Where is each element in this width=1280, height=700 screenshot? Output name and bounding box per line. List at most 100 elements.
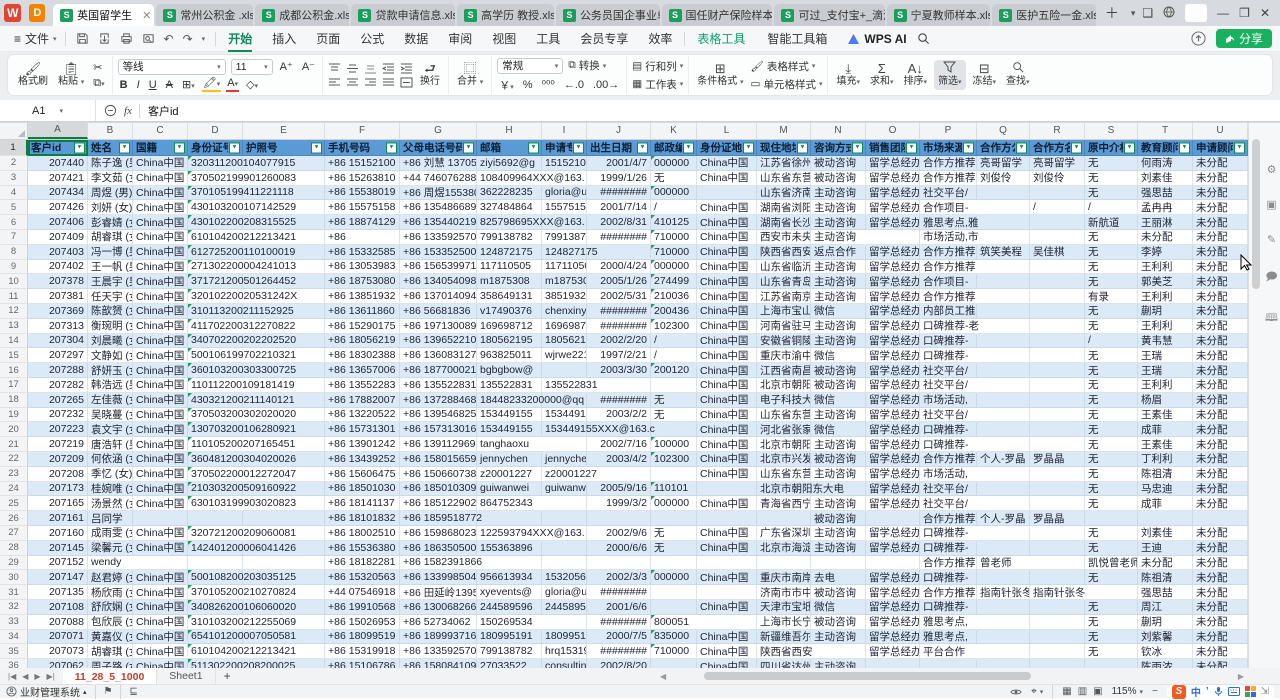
row-header-17[interactable]: 17 [0,378,28,393]
italic-button[interactable]: I [135,79,142,91]
cell[interactable]: 主动咨询 [811,260,866,275]
eye-icon[interactable] [1010,687,1022,697]
cell[interactable] [1193,511,1248,526]
cell[interactable]: 合作方推荐 [920,156,977,171]
document-tab[interactable]: S宁夏教师样本.xlsx [887,4,991,26]
cell[interactable]: 主动咨询 [811,186,866,201]
column-header-R[interactable]: R [1030,123,1085,139]
cell[interactable]: 未分配 [1193,319,1248,334]
cell[interactable]: 无 [1085,422,1138,437]
cell[interactable] [651,378,697,393]
cell[interactable]: China中国 [133,437,188,452]
restore-button[interactable]: ❐ [1239,6,1250,20]
row-header-4[interactable]: 4 [0,186,28,201]
cell[interactable]: 主动咨询 [811,319,866,334]
table-header-cell[interactable]: 国籍▼ [133,140,188,156]
cell[interactable] [977,496,1030,511]
cell[interactable]: 未分配 [1193,467,1248,482]
cell[interactable]: China中国 [133,393,188,408]
cell[interactable]: 956613934 [477,570,542,585]
cell[interactable] [977,467,1030,482]
sum-button[interactable]: Σ求和▾ [867,62,897,89]
close-button[interactable]: ✕ [1260,6,1270,20]
cell[interactable]: 刘妍 (女) [88,200,133,215]
cell[interactable]: ######## [587,615,651,630]
cell[interactable]: 110112200109181419 [188,378,243,393]
cell[interactable]: 北京市兴发 [757,452,811,467]
cell[interactable]: consulting [542,659,587,668]
cell[interactable]: 主动咨询 [811,334,866,349]
row-header-1[interactable]: 1 [0,140,28,156]
cell[interactable]: 胡睿琪 (女 [88,230,133,245]
tab-table-tools[interactable]: 表格工具 [687,28,755,49]
column-header-I[interactable]: I [542,123,587,139]
cell[interactable]: 雅思考点, [920,615,977,630]
cell[interactable]: 北京市海淀 [757,541,811,556]
cell[interactable]: 610104200212213421 [188,230,243,245]
cell[interactable]: 合作方推荐 [920,585,977,600]
flag-icon[interactable]: ⚑ [104,686,113,697]
filter-dropdown-icon[interactable]: ▼ [637,142,648,153]
cell[interactable]: 王丽淋 [1138,215,1193,230]
filter-dropdown-icon[interactable]: ▼ [174,142,185,153]
cell[interactable]: 18448233200000@qq [477,393,542,408]
cell[interactable] [651,585,697,600]
cell[interactable] [977,541,1030,556]
cell[interactable]: +86 1850103098 [400,482,477,497]
cell[interactable]: 无 [1085,630,1138,645]
page-layout-icon[interactable]: ▥ [1078,686,1087,697]
cell[interactable]: 李文茹 (女 [88,171,133,186]
cell[interactable] [1030,422,1085,437]
cell[interactable]: 马忠迪 [1138,482,1193,497]
cell[interactable]: 包欣辰 (女 [88,615,133,630]
column-header-L[interactable]: L [697,123,757,139]
cell[interactable]: +86 18182281 [325,556,400,571]
cell[interactable]: / [1030,200,1085,215]
cell[interactable]: 市场活动, [920,467,977,482]
row-header-5[interactable]: 5 [0,200,28,215]
cell[interactable]: 留学总经办 [866,171,920,186]
cell[interactable]: China中国 [697,156,757,171]
cell[interactable]: 留学总经办 [866,615,920,630]
cell[interactable]: 留学总经办 [866,644,920,659]
cell[interactable]: +86 18099519 [325,630,400,645]
cell[interactable]: 彭睿婧 (女 [88,215,133,230]
cell[interactable]: 口碑推荐- [920,570,977,585]
column-header-S[interactable]: S [1085,123,1138,139]
sheet-tab-11_28_5_1000[interactable]: 11_28_5_1000 [63,668,158,684]
cell[interactable]: 江苏省徐州 [757,156,811,171]
cell[interactable] [651,659,697,668]
cell[interactable]: 吴晓蔓 (女 [88,408,133,423]
table-header-cell[interactable]: 邮政编码▼ [651,140,697,156]
cell[interactable]: 108409964XXX@163. [477,171,542,186]
cell[interactable]: China中国 [697,526,757,541]
row-header-20[interactable]: 20 [0,422,28,437]
minimize-button[interactable]: — [1217,6,1229,20]
table-header-cell[interactable]: 合作方公▼ [977,140,1030,156]
font-increase-button[interactable]: A⁺ [278,60,295,73]
column-header-U[interactable]: U [1193,123,1248,139]
cell[interactable]: China中国 [133,482,188,497]
cell[interactable]: 黄嘉仪 (女 [88,630,133,645]
cell[interactable]: +86 15575158 [325,200,400,215]
row-header-3[interactable]: 3 [0,171,28,186]
cell[interactable]: / [1085,334,1138,349]
cell[interactable]: 340702200202202520 [188,334,243,349]
cell[interactable]: 市场活动,市 [920,230,977,245]
cell[interactable]: 口碑推荐- [920,541,977,556]
cell[interactable]: China中国 [697,334,757,349]
cell[interactable]: +44 07546918 [325,585,400,600]
cell[interactable]: 2002/9/6 [587,526,651,541]
cell[interactable]: 未分配 [1138,230,1193,245]
document-tab[interactable]: S成都公积金.xlsx [255,4,349,26]
tab-list-chevron-icon[interactable]: ▾ [1128,8,1139,19]
cell[interactable]: +86 18501030 [325,482,400,497]
cell[interactable]: 207297 [28,348,88,363]
cell[interactable]: 四川省达州 [757,659,811,668]
cell[interactable]: China中国 [697,245,757,260]
cell[interactable]: 王素佳 [1138,408,1193,423]
cell[interactable]: chenxinyur [542,304,587,319]
table-style-button[interactable]: 🖌︎ 表格样式▾ [751,59,823,74]
cell[interactable]: 留学总经办 [866,422,920,437]
cell[interactable]: 雅思考点,雅 [920,215,977,230]
